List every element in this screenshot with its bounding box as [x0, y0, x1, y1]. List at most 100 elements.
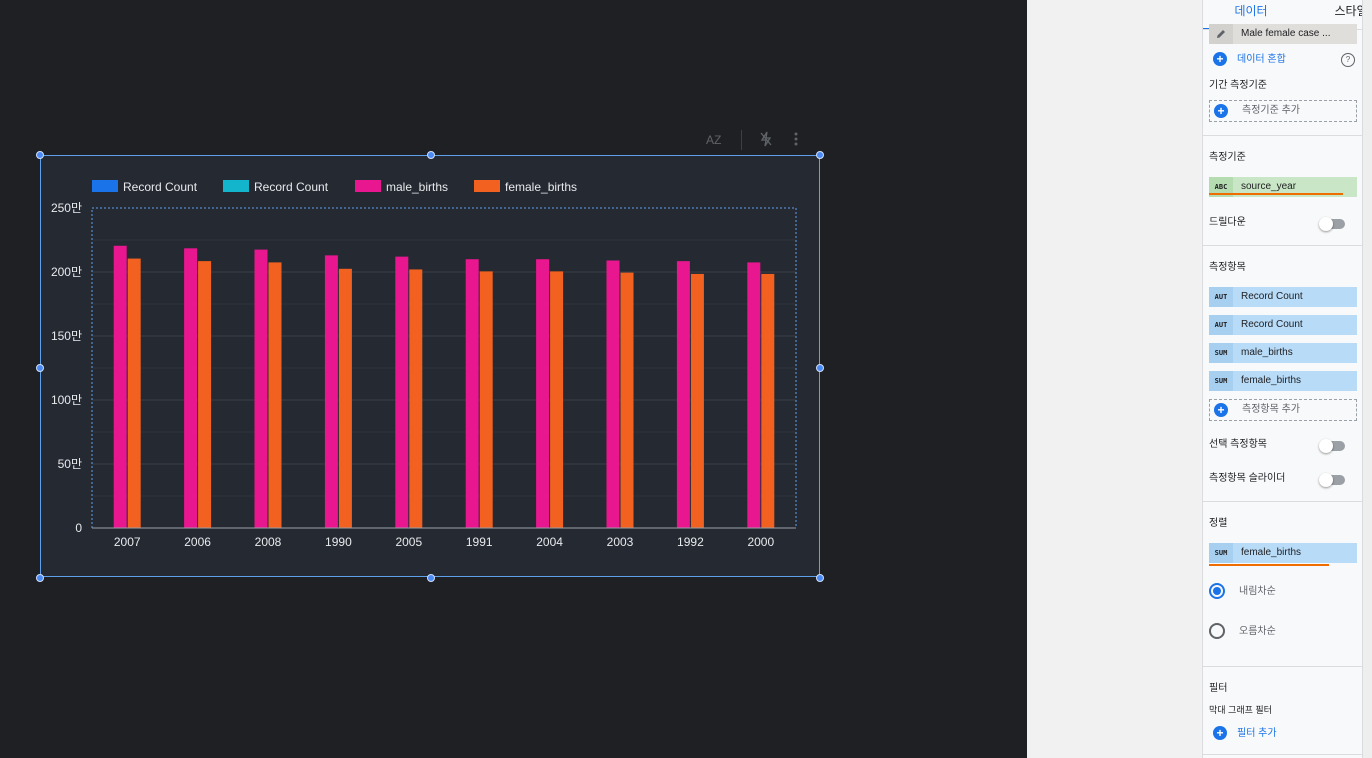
- add-icon: +: [1214, 403, 1228, 417]
- lightning-off-icon[interactable]: [759, 131, 773, 152]
- y-tick-label: 50만: [58, 457, 82, 471]
- resize-handle-bottom-right[interactable]: [816, 574, 824, 582]
- bar: [268, 262, 282, 528]
- resize-handle-bottom[interactable]: [427, 574, 435, 582]
- dimension-title: 측정기준: [1209, 152, 1246, 163]
- legend-label: male_births: [386, 180, 448, 194]
- bar: [338, 268, 352, 528]
- add-icon[interactable]: +: [1213, 726, 1227, 740]
- legend-swatch: [223, 180, 249, 192]
- divider: [1203, 501, 1363, 502]
- more-vert-icon[interactable]: [793, 131, 799, 152]
- sort-descending-radio[interactable]: [1209, 583, 1225, 599]
- pencil-icon[interactable]: [1209, 24, 1233, 44]
- metric-slider-toggle[interactable]: [1319, 473, 1345, 487]
- resize-handle-bottom-left[interactable]: [36, 574, 44, 582]
- metric-aggregation-tag: SUM: [1209, 343, 1233, 363]
- sort-az-icon[interactable]: AZ: [706, 131, 721, 149]
- bar: [606, 260, 620, 528]
- bar: [676, 261, 690, 528]
- metric-aggregation-tag: AUT: [1209, 315, 1233, 335]
- resize-handle-top[interactable]: [427, 151, 435, 159]
- resize-handle-top-left[interactable]: [36, 151, 44, 159]
- legend-swatch: [474, 180, 500, 192]
- bar: [761, 273, 775, 528]
- bar: [690, 273, 704, 528]
- bar: [184, 248, 198, 528]
- bar: [324, 255, 338, 529]
- x-tick-label: 1992: [677, 535, 704, 549]
- bar: [536, 259, 550, 528]
- legend-label: Record Count: [123, 180, 198, 194]
- metric-aggregation-tag: SUM: [1209, 371, 1233, 391]
- sort-aggregation-tag: SUM: [1209, 543, 1233, 563]
- metric-chip[interactable]: AUT Record Count: [1209, 315, 1357, 335]
- data-source-chip[interactable]: Male female case ...: [1209, 24, 1357, 44]
- bar: [550, 271, 564, 528]
- field-error-underline: [1209, 193, 1343, 195]
- sort-field: female_births: [1241, 547, 1302, 558]
- add-date-dimension-button[interactable]: + 측정기준 추가: [1209, 100, 1357, 122]
- divider: [1203, 666, 1363, 667]
- date-range-dimension-title: 기간 측정기준: [1209, 80, 1267, 91]
- legend-swatch: [92, 180, 118, 192]
- metric-chip[interactable]: AUT Record Count: [1209, 287, 1357, 307]
- metric-field: Record Count: [1241, 319, 1303, 330]
- optional-metrics-toggle[interactable]: [1319, 439, 1345, 453]
- x-tick-label: 1990: [325, 535, 352, 549]
- sort-field-chip[interactable]: SUM female_births: [1209, 543, 1357, 563]
- add-metric-button[interactable]: + 측정항목 추가: [1209, 399, 1357, 421]
- x-tick-label: 2007: [114, 535, 141, 549]
- y-tick-label: 100만: [51, 393, 82, 407]
- sort-descending-label: 내림차순: [1239, 586, 1276, 597]
- x-tick-label: 2003: [607, 535, 634, 549]
- bar: [620, 272, 634, 528]
- divider: [1203, 754, 1363, 755]
- bar: [479, 271, 493, 528]
- bar: [127, 258, 141, 528]
- x-tick-label: 2008: [255, 535, 282, 549]
- x-tick-label: 2000: [747, 535, 774, 549]
- legend-swatch: [355, 180, 381, 192]
- legend-label: Record Count: [254, 180, 329, 194]
- x-tick-label: 2004: [536, 535, 563, 549]
- metric-field: male_births: [1241, 347, 1293, 358]
- drilldown-toggle[interactable]: [1319, 217, 1345, 231]
- divider: [1203, 245, 1363, 246]
- legend-label: female_births: [505, 180, 577, 194]
- metric-field: female_births: [1241, 375, 1302, 386]
- metric-chip[interactable]: SUM male_births: [1209, 343, 1357, 363]
- filter-title: 필터: [1209, 683, 1228, 694]
- resize-handle-left[interactable]: [36, 364, 44, 372]
- bar: [113, 245, 127, 528]
- data-source-name: Male female case ...: [1241, 28, 1331, 39]
- resize-handle-top-right[interactable]: [816, 151, 824, 159]
- bar: [198, 261, 212, 528]
- blend-data-link[interactable]: 데이터 혼합: [1237, 53, 1286, 67]
- divider: [1203, 135, 1363, 136]
- sort-ascending-radio[interactable]: [1209, 623, 1225, 639]
- bar: [465, 259, 479, 528]
- metric-slider-label: 측정항목 슬라이더: [1209, 473, 1286, 484]
- x-tick-label: 2005: [395, 535, 422, 549]
- sort-title: 정렬: [1209, 518, 1228, 529]
- y-tick-label: 150만: [51, 329, 82, 343]
- bar: [254, 249, 268, 528]
- resize-handle-right[interactable]: [816, 364, 824, 372]
- bar-chart[interactable]: Record Count Record Count male_births femal…: [40, 155, 820, 577]
- metric-field: Record Count: [1241, 291, 1303, 302]
- add-icon[interactable]: +: [1213, 52, 1227, 66]
- drilldown-label: 드릴다운: [1209, 217, 1246, 228]
- metric-chip[interactable]: SUM female_births: [1209, 371, 1357, 391]
- bar: [409, 269, 423, 528]
- add-date-dimension-label: 측정기준 추가: [1242, 105, 1300, 116]
- filter-subtitle: 막대 그래프 필터: [1209, 705, 1272, 715]
- add-icon: +: [1214, 104, 1228, 118]
- add-metric-label: 측정항목 추가: [1242, 404, 1300, 415]
- help-icon[interactable]: ?: [1341, 53, 1355, 67]
- optional-metrics-label: 선택 측정항목: [1209, 439, 1267, 450]
- add-filter-link[interactable]: 필터 추가: [1237, 727, 1277, 741]
- toolbar-divider: [741, 130, 742, 150]
- metric-aggregation-tag: AUT: [1209, 287, 1233, 307]
- y-tick-label: 250만: [51, 201, 82, 215]
